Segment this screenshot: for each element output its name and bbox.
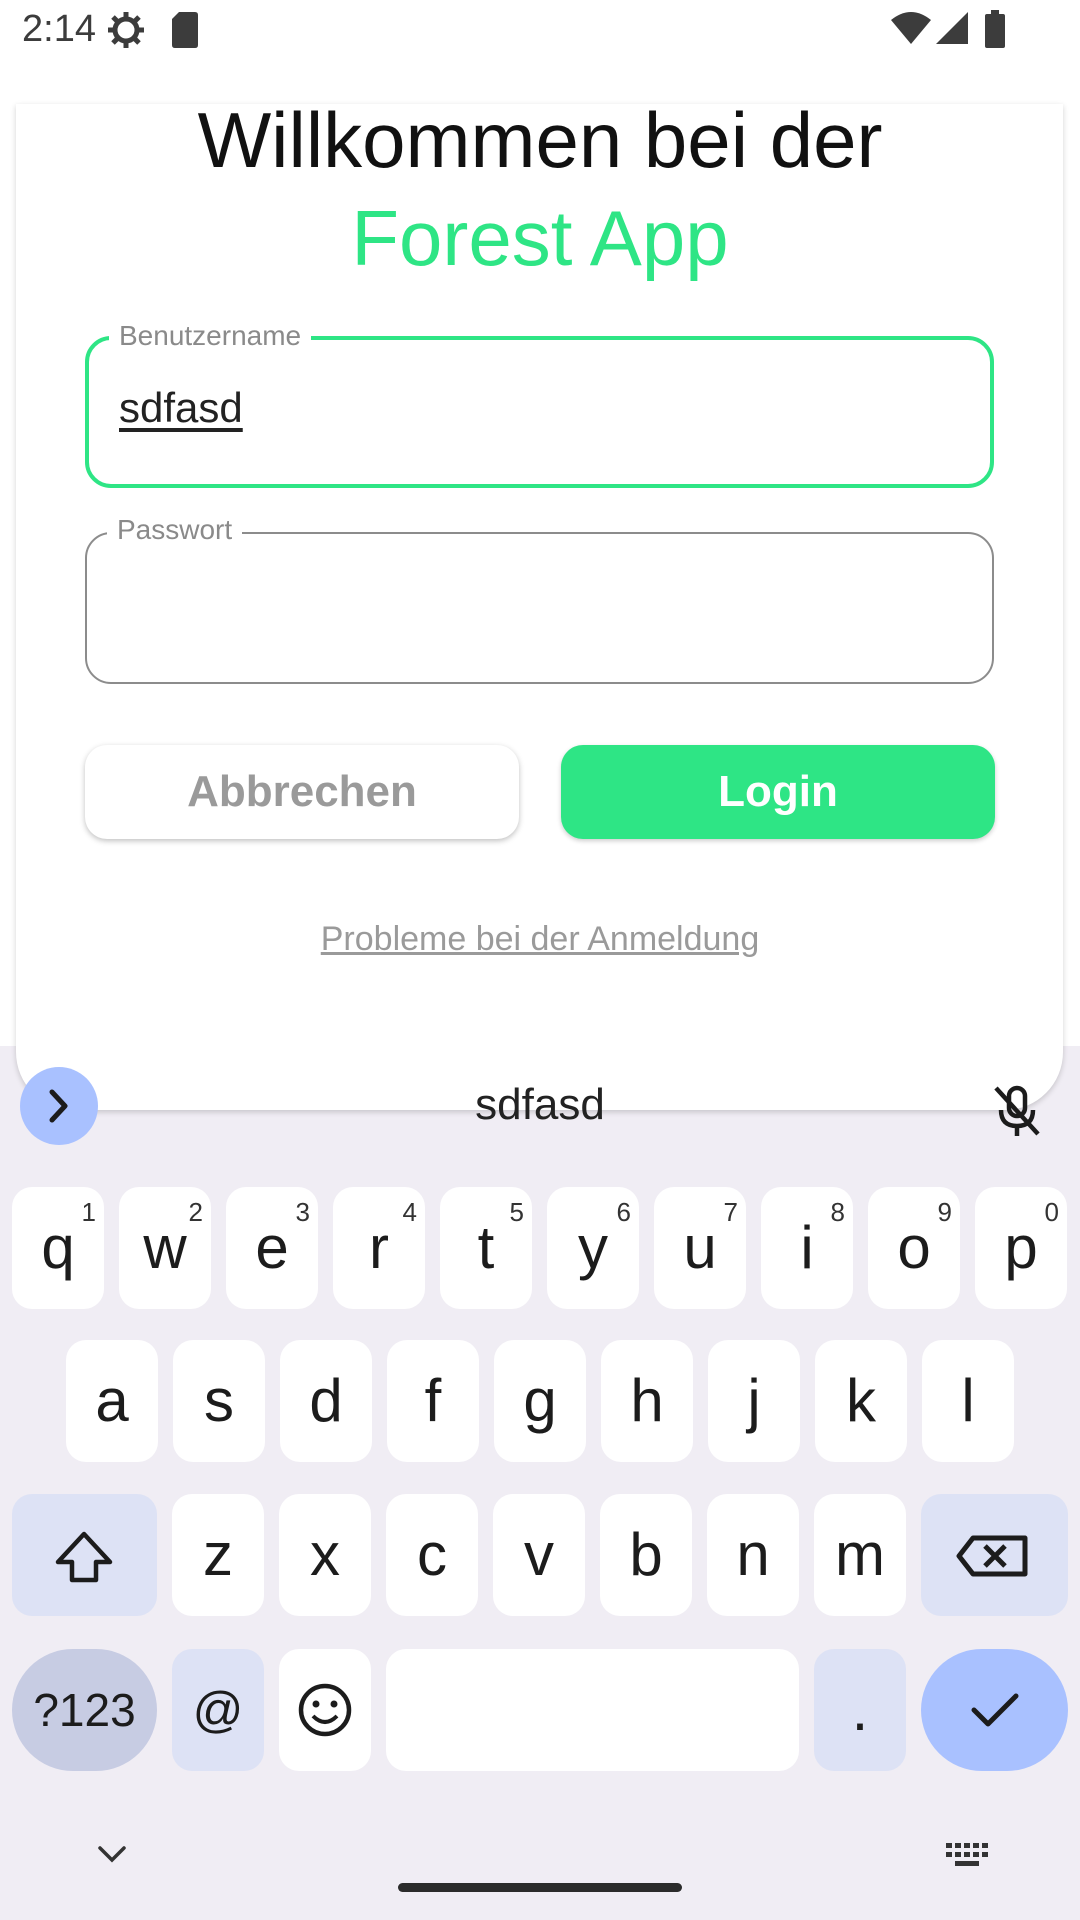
key-i[interactable]: i8 xyxy=(761,1187,853,1309)
key-number-hint: 7 xyxy=(723,1197,738,1227)
key-number-hint: 6 xyxy=(616,1197,631,1227)
key-q[interactable]: q1 xyxy=(12,1187,104,1309)
key-label: b xyxy=(629,1521,663,1588)
symbols-key[interactable]: ?123 xyxy=(12,1649,157,1771)
key-g[interactable]: g xyxy=(494,1340,586,1462)
shift-key[interactable] xyxy=(12,1494,157,1616)
key-number-hint: 1 xyxy=(81,1197,96,1227)
key-label: u xyxy=(683,1214,717,1281)
key-label: d xyxy=(309,1367,343,1434)
key-f[interactable]: f xyxy=(387,1340,479,1462)
key-c[interactable]: c xyxy=(386,1494,478,1616)
key-label: o xyxy=(897,1214,931,1281)
cellular-signal-icon xyxy=(936,12,968,44)
key-v[interactable]: v xyxy=(493,1494,585,1616)
username-label: Benutzername xyxy=(109,320,312,352)
key-label: a xyxy=(95,1367,129,1434)
key-t[interactable]: t5 xyxy=(440,1187,532,1309)
sim-card-icon xyxy=(172,12,198,48)
keyboard-switch-icon[interactable] xyxy=(946,1843,990,1871)
key-label: w xyxy=(143,1214,187,1281)
space-key[interactable] xyxy=(386,1649,799,1771)
cancel-button[interactable]: Abbrechen xyxy=(85,745,519,839)
settings-gear-icon xyxy=(108,12,144,48)
key-label: m xyxy=(835,1521,885,1588)
emoji-key[interactable] xyxy=(279,1649,371,1771)
key-z[interactable]: z xyxy=(172,1494,264,1616)
backspace-key[interactable] xyxy=(921,1494,1068,1616)
key-label: h xyxy=(630,1367,664,1434)
suggestion-word[interactable]: sdfasd xyxy=(0,1080,1080,1130)
key-b[interactable]: b xyxy=(600,1494,692,1616)
key-number-hint: 5 xyxy=(509,1197,524,1227)
key-number-hint: 4 xyxy=(402,1197,417,1227)
key-label: k xyxy=(846,1367,876,1434)
checkmark-icon xyxy=(971,1693,1019,1727)
username-value: sdfasd xyxy=(119,384,243,431)
wifi-icon xyxy=(891,12,931,44)
mic-off-icon[interactable] xyxy=(988,1082,1046,1140)
key-number-hint: 0 xyxy=(1044,1197,1059,1227)
status-time: 2:14 xyxy=(22,8,96,50)
key-number-hint: 9 xyxy=(937,1197,952,1227)
key-number-hint: 3 xyxy=(295,1197,310,1227)
username-field[interactable]: Benutzername sdfasd xyxy=(85,320,994,488)
key-label: n xyxy=(736,1521,770,1588)
key-l[interactable]: l xyxy=(922,1340,1014,1462)
key-n[interactable]: n xyxy=(707,1494,799,1616)
key-y[interactable]: y6 xyxy=(547,1187,639,1309)
key-number-hint: 8 xyxy=(830,1197,845,1227)
key-a[interactable]: a xyxy=(66,1340,158,1462)
key-label: p xyxy=(1004,1214,1038,1281)
key-label: z xyxy=(203,1521,233,1588)
key-m[interactable]: m xyxy=(814,1494,906,1616)
backspace-icon xyxy=(956,1535,1028,1577)
password-field[interactable]: Passwort xyxy=(85,514,994,684)
key-label: j xyxy=(747,1367,761,1434)
status-bar: 2:14 xyxy=(0,0,1080,64)
key-label: y xyxy=(578,1214,608,1281)
welcome-title: Willkommen bei der xyxy=(197,96,883,184)
hide-keyboard-chevron-icon[interactable] xyxy=(96,1842,128,1866)
key-s[interactable]: s xyxy=(173,1340,265,1462)
key-label: f xyxy=(424,1367,442,1434)
key-o[interactable]: o9 xyxy=(868,1187,960,1309)
key-label: i xyxy=(800,1214,814,1281)
key-w[interactable]: w2 xyxy=(119,1187,211,1309)
key-h[interactable]: h xyxy=(601,1340,693,1462)
key-label: x xyxy=(310,1521,340,1588)
key-d[interactable]: d xyxy=(280,1340,372,1462)
shift-arrow-icon xyxy=(55,1531,113,1583)
at-key[interactable]: @ xyxy=(172,1649,264,1771)
key-label: l xyxy=(961,1367,975,1434)
period-key[interactable]: . xyxy=(814,1649,906,1771)
battery-icon xyxy=(985,10,1005,48)
key-e[interactable]: e3 xyxy=(226,1187,318,1309)
key-r[interactable]: r4 xyxy=(333,1187,425,1309)
key-label: c xyxy=(417,1521,447,1588)
key-label: e xyxy=(255,1214,289,1281)
key-u[interactable]: u7 xyxy=(654,1187,746,1309)
key-label: q xyxy=(41,1214,75,1281)
key-label: v xyxy=(524,1521,554,1588)
key-label: r xyxy=(369,1214,389,1281)
key-label: t xyxy=(477,1214,495,1281)
key-p[interactable]: p0 xyxy=(975,1187,1067,1309)
key-x[interactable]: x xyxy=(279,1494,371,1616)
password-label: Passwort xyxy=(107,514,243,546)
login-button[interactable]: Login xyxy=(561,745,995,839)
login-help-link[interactable]: Probleme bei der Anmeldung xyxy=(0,920,1080,959)
done-key[interactable] xyxy=(921,1649,1068,1771)
app-name-title: Forest App xyxy=(351,194,729,282)
key-label: s xyxy=(204,1367,234,1434)
key-j[interactable]: j xyxy=(708,1340,800,1462)
emoji-icon xyxy=(298,1683,352,1737)
key-k[interactable]: k xyxy=(815,1340,907,1462)
home-indicator[interactable] xyxy=(398,1883,682,1892)
key-number-hint: 2 xyxy=(188,1197,203,1227)
key-label: g xyxy=(523,1367,557,1434)
